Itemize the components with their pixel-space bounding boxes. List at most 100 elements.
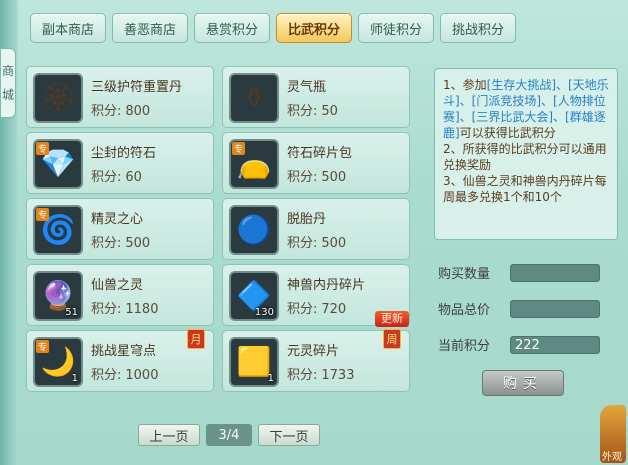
exclusive-tag: 专 [36, 208, 50, 221]
quantity-input[interactable] [510, 263, 600, 282]
price-prefix: 积分: [287, 302, 318, 317]
item-name: 灵气瓶 [287, 80, 327, 95]
item-price: 积分: 1180 [91, 298, 158, 317]
exclusive-tag: 专 [36, 340, 50, 353]
item-price: 积分: 500 [287, 166, 346, 185]
item-grid: 🏵 三级护符重置丹 积分: 800 ⚱ 灵气瓶 积分: 50 💎 专尘封的符石 积分: 60 👝 专符石碎… [26, 66, 414, 396]
item-price: 积分: 800 [91, 100, 150, 119]
item-quantity: 51 [65, 307, 78, 318]
tab-bar: 副本商店 善恶商店 悬赏积分 比武积分 师徒积分 挑战积分 [30, 13, 516, 43]
item-glyph: ⚱ [242, 81, 266, 114]
price-value: 60 [125, 170, 142, 185]
item-glyph: 🔮 [40, 279, 76, 312]
rebirth-pill-icon: 🔵 [229, 205, 279, 255]
price-value: 500 [321, 170, 347, 185]
item-price: 积分: 500 [287, 232, 346, 251]
current-points-row: 当前积分 222 [438, 335, 600, 354]
price-prefix: 积分: [91, 368, 122, 383]
shop-item[interactable]: 🔮 51 仙兽之灵积分: 1180 [26, 264, 214, 326]
rules-line1-post: 可以获得比武积分 [459, 126, 556, 140]
item-price: 积分: 50 [287, 100, 338, 119]
quantity-row: 购买数量 [438, 263, 600, 282]
corner-label: 外观 [602, 452, 622, 463]
price-value: 500 [125, 236, 151, 251]
prev-page-button[interactable]: 上一页 [138, 424, 200, 446]
price-value: 500 [321, 236, 347, 251]
item-price: 积分: 60 [91, 166, 142, 185]
shop-item[interactable]: 💎 专尘封的符石积分: 60 [26, 132, 214, 194]
item-name: 三级护符重置丹 [91, 80, 183, 95]
item-quantity: 1 [71, 373, 78, 384]
tab-3[interactable]: 比武积分 [276, 13, 352, 43]
price-value: 720 [321, 302, 347, 317]
shop-item[interactable]: 🔷 130 神兽内丹碎片 积分: 720 更新 [222, 264, 410, 327]
item-name: 尘封的符石 [91, 146, 157, 161]
limit-badge: 周 [383, 329, 401, 349]
item-glyph: 🏵 [40, 81, 76, 114]
tab-4[interactable]: 师徒积分 [358, 13, 434, 43]
item-name: 元灵碎片 [287, 344, 340, 359]
beast-soul-icon: 🔮 51 [33, 271, 83, 321]
exclusive-tag: 专 [232, 142, 246, 155]
shop-item[interactable]: 🟨 1 元灵碎片积分: 1733 周 [222, 329, 410, 392]
total-price-field [510, 299, 600, 318]
update-ribbon: 更新 [375, 311, 409, 327]
limit-badge: 月 [187, 329, 205, 349]
price-prefix: 积分: [91, 302, 122, 317]
crescent-moon-icon: 🌙 专 1 [33, 337, 83, 387]
item-price: 积分: 500 [91, 232, 150, 251]
tab-5[interactable]: 挑战积分 [440, 13, 516, 43]
tab-0[interactable]: 副本商店 [30, 13, 106, 43]
side-tab-mall[interactable]: 商 城 [0, 48, 16, 118]
rules-line2: 2、所获得的比武积分可以通用兑换奖励 [443, 142, 607, 172]
price-value: 1000 [125, 368, 159, 383]
rune-pouch-icon: 👝 专 [229, 139, 279, 189]
item-price: 积分: 1733 [287, 364, 354, 383]
current-points-value: 222 [510, 335, 600, 354]
shop-item[interactable]: 🔵 脱胎丹积分: 500 [222, 198, 410, 260]
shop-window: 商 城 副本商店 善恶商店 悬赏积分 比武积分 师徒积分 挑战积分 🏵 三级护符重置丹 积分:… [0, 0, 628, 465]
buy-button[interactable]: 购买 [482, 370, 564, 396]
item-glyph: 🔵 [236, 213, 272, 246]
tab-2[interactable]: 悬赏积分 [194, 13, 270, 43]
price-value: 1180 [125, 302, 159, 317]
current-points-label: 当前积分 [438, 339, 491, 354]
price-prefix: 积分: [287, 236, 318, 251]
price-prefix: 积分: [91, 104, 122, 119]
total-price-row: 物品总价 [438, 299, 600, 318]
total-price-label: 物品总价 [438, 303, 491, 318]
price-value: 50 [321, 104, 338, 119]
shop-item[interactable]: 🌀 专精灵之心 积分: 500 [26, 198, 214, 260]
item-name: 符石碎片包 [287, 146, 353, 161]
rules-panel: 1、参加[生存大挑战]、[天地乐斗]、[门派竞技场]、[人物排位赛]、[三界比武… [434, 68, 618, 240]
shop-item[interactable]: 👝 专符石碎片包积分: 500 [222, 132, 410, 194]
price-value: 1733 [321, 368, 355, 383]
item-name: 脱胎丹 [287, 212, 327, 227]
price-prefix: 积分: [287, 368, 318, 383]
item-glyph: 🟨 [236, 345, 272, 378]
quantity-label: 购买数量 [438, 267, 491, 282]
gold-shard-icon: 🟨 1 [229, 337, 279, 387]
rules-line3: 3、仙兽之灵和神兽内丹碎片每周最多兑换1个和10个 [443, 174, 607, 204]
next-page-button[interactable]: 下一页 [258, 424, 320, 446]
pagination: 上一页 3/4 下一页 [138, 424, 320, 446]
spirit-vase-icon: ⚱ [229, 73, 279, 123]
gold-talisman-icon: 🏵 [33, 73, 83, 123]
shop-item[interactable]: ⚱ 灵气瓶积分: 50 [222, 66, 410, 128]
item-name: 仙兽之灵 [91, 278, 144, 293]
price-prefix: 积分: [91, 170, 122, 185]
price-prefix: 积分: [287, 104, 318, 119]
tab-1[interactable]: 善恶商店 [112, 13, 188, 43]
rune-stone-icon: 💎 专 [33, 139, 83, 189]
item-quantity: 1 [267, 373, 274, 384]
side-tab-label: 商 城 [1, 64, 14, 102]
shop-item[interactable]: 🌙 专 1 挑战星穹点 积分: 1000 月 [26, 329, 214, 392]
rules-line1-pre: 1、参加 [443, 78, 487, 92]
item-name: 神兽内丹碎片 [287, 278, 366, 293]
exclusive-tag: 专 [36, 142, 50, 155]
shop-item[interactable]: 🏵 三级护符重置丹 积分: 800 [26, 66, 214, 128]
price-prefix: 积分: [91, 236, 122, 251]
price-value: 800 [125, 104, 151, 119]
price-prefix: 积分: [287, 170, 318, 185]
item-price: 积分: 1000 [91, 364, 158, 383]
